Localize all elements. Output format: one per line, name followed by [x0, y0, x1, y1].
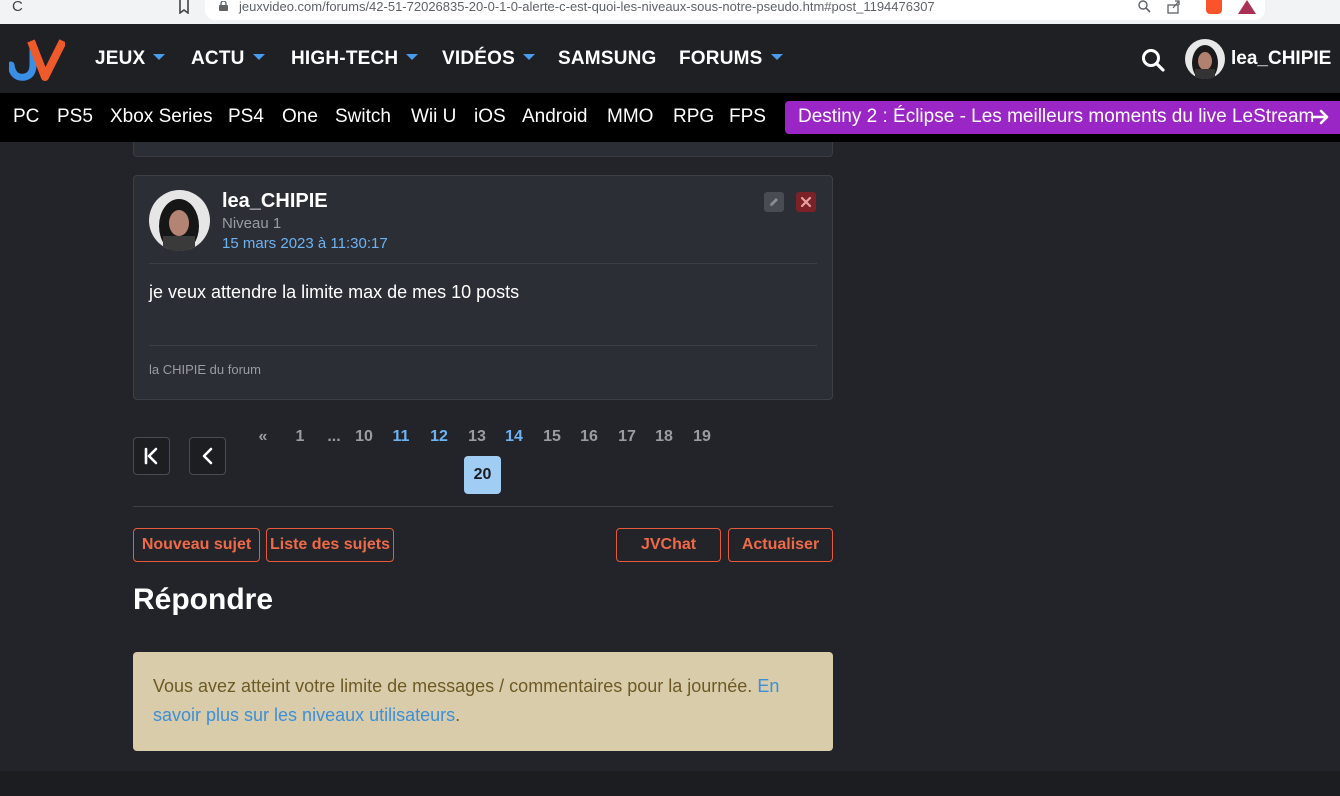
brave-rewards-icon[interactable] [1238, 0, 1256, 14]
previous-post-bottom [133, 142, 833, 157]
forum-post: lea_CHIPIE Niveau 1 15 mars 2023 à 11:30… [133, 175, 833, 400]
caret-down-icon [252, 53, 265, 60]
bookmark-icon[interactable] [177, 0, 191, 14]
post-message: je veux attendre la limite max de mes 10… [149, 282, 520, 302]
platform-ps4[interactable]: PS4 [228, 106, 264, 128]
nav-label: VIDÉOS [442, 48, 515, 69]
browser-toolbar: C jeuxvideo.com/forums/42-51-72026835-20… [0, 0, 1340, 24]
divider [149, 263, 817, 264]
user-avatar[interactable] [1185, 39, 1225, 79]
close-icon [800, 196, 812, 208]
prev-page-button[interactable] [189, 437, 226, 475]
platform-ios[interactable]: iOS [474, 106, 506, 128]
nav-actu[interactable]: ACTU [191, 48, 265, 70]
brave-shield-icon[interactable] [1206, 0, 1222, 14]
current-page: 20 [464, 456, 501, 494]
caret-down-icon [523, 53, 535, 60]
search-icon[interactable] [1140, 47, 1166, 73]
main-header: JEUX ACTU HIGH-TECH VIDÉOS SAMSUNG FORUM… [0, 24, 1340, 93]
nav-label: HIGH-TECH [291, 48, 399, 69]
platform-mmo[interactable]: MMO [607, 106, 653, 128]
page-ellipsis: ... [327, 428, 341, 445]
avatar-image [149, 190, 210, 251]
post-date-link[interactable]: 15 mars 2023 à 11:30:17 [222, 235, 388, 252]
platform-one[interactable]: One [282, 106, 318, 128]
page-link[interactable]: 14 [499, 428, 529, 446]
delete-button[interactable] [796, 192, 816, 212]
page-link[interactable]: 18 [649, 428, 679, 446]
platform-ps5[interactable]: PS5 [57, 106, 93, 128]
platform-xbox-series[interactable]: Xbox Series [110, 106, 212, 128]
footer [0, 771, 1340, 796]
notice-text: Vous avez atteint votre limite de messag… [153, 676, 758, 696]
caret-down-icon [406, 53, 419, 60]
page-first-link[interactable]: « [248, 428, 278, 446]
url-text: jeuxvideo.com/forums/42-51-72026835-20-0… [239, 0, 935, 14]
lock-icon [219, 1, 228, 11]
author-pseudo[interactable]: lea_CHIPIE [222, 190, 328, 213]
zoom-icon[interactable] [1137, 0, 1151, 14]
platform-pc[interactable]: PC [13, 106, 39, 128]
divider [149, 345, 817, 346]
nav-high-tech[interactable]: HIGH-TECH [291, 48, 419, 70]
page-link[interactable]: 12 [424, 428, 454, 446]
nav-label: ACTU [191, 48, 245, 69]
share-icon[interactable] [1167, 0, 1181, 14]
address-bar[interactable]: jeuxvideo.com/forums/42-51-72026835-20-0… [205, 0, 1265, 20]
author-avatar[interactable] [149, 190, 210, 251]
refresh-button[interactable]: Actualiser [728, 528, 833, 562]
platform-fps[interactable]: FPS [729, 106, 766, 128]
username-link[interactable]: lea_CHIPIE [1231, 48, 1331, 70]
platform-switch[interactable]: Switch [335, 106, 391, 128]
nav-samsung[interactable]: SAMSUNG [558, 48, 657, 70]
platform-rpg[interactable]: RPG [673, 106, 714, 128]
nav-label: JEUX [95, 48, 146, 69]
post-signature: la CHIPIE du forum [149, 362, 261, 377]
reload-icon[interactable]: C [12, 0, 23, 14]
page-link[interactable]: 13 [462, 428, 492, 446]
new-topic-button[interactable]: Nouveau sujet [133, 528, 260, 562]
arrow-right-icon [1310, 109, 1329, 125]
jv-logo[interactable] [9, 37, 65, 81]
page-link[interactable]: 17 [612, 428, 642, 446]
promo-text: Destiny 2 : Éclipse - Les meilleurs mome… [798, 106, 1315, 127]
page-link[interactable]: 19 [687, 428, 717, 446]
page-link[interactable]: 1 [285, 428, 315, 446]
page-link[interactable]: 15 [537, 428, 567, 446]
platform-wii-u[interactable]: Wii U [411, 106, 456, 128]
posting-limit-notice: Vous avez atteint votre limite de messag… [133, 652, 833, 751]
platform-android[interactable]: Android [522, 106, 588, 128]
nav-label: SAMSUNG [558, 48, 657, 69]
caret-down-icon [153, 53, 166, 60]
nav-forums[interactable]: FORUMS [679, 48, 783, 70]
avatar-image [1185, 39, 1225, 79]
edit-button[interactable] [764, 192, 784, 212]
first-page-icon [144, 447, 158, 465]
page-link[interactable]: 10 [349, 428, 379, 446]
divider [133, 506, 833, 507]
author-level: Niveau 1 [222, 215, 282, 232]
topic-list-button[interactable]: Liste des sujets [266, 528, 394, 562]
pencil-icon [770, 198, 778, 206]
nav-jeux[interactable]: JEUX [95, 48, 166, 70]
first-page-button[interactable] [133, 437, 170, 475]
caret-down-icon [770, 53, 783, 60]
nav-videos[interactable]: VIDÉOS [442, 48, 535, 70]
page-link[interactable]: 16 [574, 428, 604, 446]
promo-banner[interactable]: Destiny 2 : Éclipse - Les meilleurs mome… [785, 101, 1340, 134]
chevron-left-icon [202, 447, 213, 465]
jvchat-button[interactable]: JVChat [616, 528, 721, 562]
page-link[interactable]: 11 [386, 428, 416, 446]
platform-bar: PC PS5 Xbox Series PS4 One Switch Wii U … [0, 93, 1340, 142]
reply-heading: Répondre [133, 583, 274, 616]
nav-label: FORUMS [679, 48, 763, 69]
notice-end: . [455, 705, 461, 725]
